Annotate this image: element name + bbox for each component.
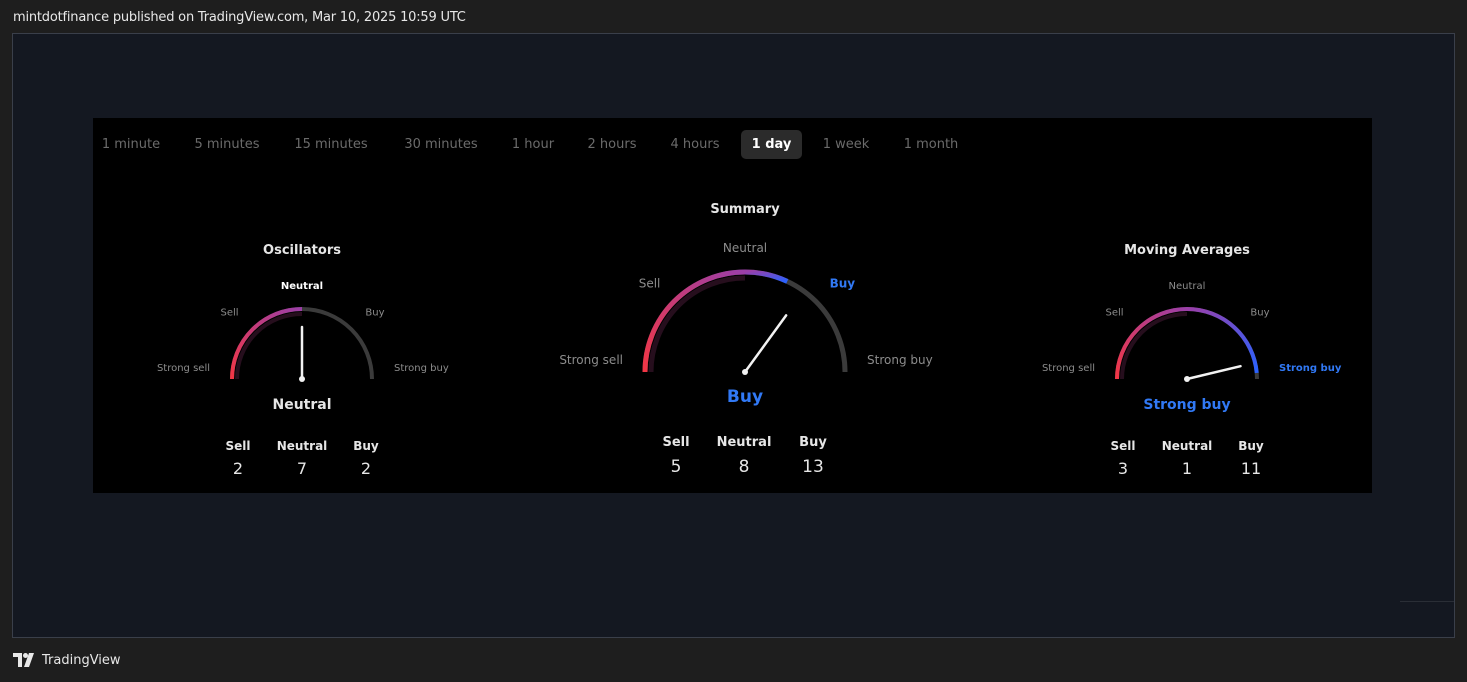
gauge-needle-pivot <box>742 369 748 375</box>
gauge-label-sell: Sell <box>1106 308 1124 319</box>
gauge-label-strong-buy: Strong buy <box>1279 363 1342 374</box>
gauge-label-strong-buy: Strong buy <box>867 353 933 367</box>
count-label-neutral: Neutral <box>277 439 328 453</box>
count-label-sell: Sell <box>662 435 689 450</box>
gauge-fill-sell <box>1115 307 1188 380</box>
gauge-fill-buy <box>1186 307 1259 374</box>
count-label-sell: Sell <box>225 439 250 453</box>
count-value-buy: 2 <box>361 459 371 478</box>
gauge-label-strong-buy: Strong buy <box>394 363 449 374</box>
gauge-needle <box>1185 364 1242 381</box>
gauge-label-buy: Buy <box>830 276 856 290</box>
technical-analysis-widget: 1 minute 5 minutes 15 minutes 30 minutes… <box>93 118 1372 493</box>
count-value-buy: 11 <box>1241 459 1261 478</box>
gauge-title: Summary <box>710 202 780 217</box>
gauge-result: Strong buy <box>1143 397 1230 413</box>
count-value-neutral: 1 <box>1182 459 1192 478</box>
gauge-label-neutral: Neutral <box>281 281 323 292</box>
gauge-label-neutral: Neutral <box>723 241 767 255</box>
count-value-neutral: 8 <box>739 457 750 477</box>
gauge-fill-sell <box>230 307 303 380</box>
gauge-label-buy: Buy <box>365 308 384 319</box>
count-value-sell: 2 <box>233 459 243 478</box>
gauges-svg: Oscillators Strong sell Sell Neutral Buy Stro… <box>157 202 1342 478</box>
publication-header: mintdotfinance published on TradingView.… <box>13 10 466 25</box>
gauge-label-buy: Buy <box>1250 308 1269 319</box>
gauge-needle-pivot <box>299 376 305 382</box>
gauge-result: Neutral <box>272 397 331 413</box>
gauge-label-sell: Sell <box>221 308 239 319</box>
gauge-inner-track <box>235 312 303 380</box>
count-value-sell: 5 <box>671 457 682 477</box>
count-label-neutral: Neutral <box>1162 439 1213 453</box>
tradingview-logo-icon <box>13 653 34 667</box>
gauge-title: Moving Averages <box>1124 243 1250 258</box>
count-label-sell: Sell <box>1110 439 1135 453</box>
gauge-label-strong-sell: Strong sell <box>559 353 623 367</box>
gauge-label-sell: Sell <box>639 276 661 290</box>
gauge-fill-buy <box>744 269 789 284</box>
count-value-neutral: 7 <box>297 459 307 478</box>
gauge-label-neutral: Neutral <box>1169 281 1206 292</box>
count-value-sell: 3 <box>1118 459 1128 478</box>
count-label-buy: Buy <box>1238 439 1264 453</box>
count-label-buy: Buy <box>799 435 827 450</box>
count-label-buy: Buy <box>353 439 379 453</box>
gauge-title: Oscillators <box>263 243 341 258</box>
frame-divider <box>1400 601 1454 602</box>
gauge-label-strong-sell: Strong sell <box>157 363 210 374</box>
gauge-inner-track <box>1120 312 1188 380</box>
count-value-buy: 13 <box>802 457 824 477</box>
gauge-needle <box>743 314 788 374</box>
tradingview-brand: TradingView <box>42 652 121 668</box>
gauge-needle-pivot <box>1184 376 1190 382</box>
gauge-track <box>642 269 848 373</box>
gauge-inner-track <box>648 275 746 373</box>
count-label-neutral: Neutral <box>717 435 772 450</box>
gauge-label-strong-sell: Strong sell <box>1042 363 1095 374</box>
gauge-result: Buy <box>727 387 763 407</box>
tradingview-footer[interactable]: TradingView <box>13 652 121 668</box>
